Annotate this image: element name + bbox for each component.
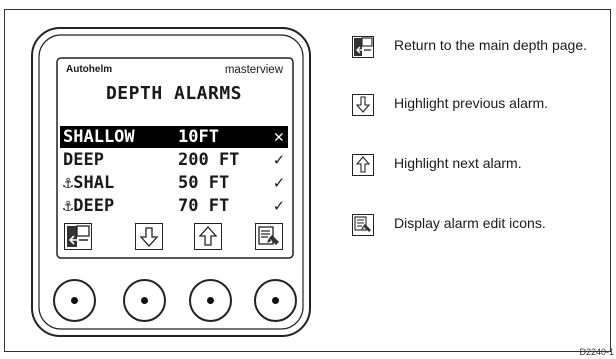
arrow-up-icon xyxy=(355,156,371,173)
alarm-name: DEEP xyxy=(63,150,104,170)
hardware-button-2[interactable] xyxy=(123,279,166,322)
alarm-name: ⚓SHAL xyxy=(63,173,115,193)
legend-up-text: Highlight next alarm. xyxy=(394,155,522,171)
legend-down-icon xyxy=(352,94,374,116)
alarm-value: 200 FT xyxy=(178,150,240,170)
alarm-value: 70 FT xyxy=(178,196,230,216)
lcd-screen: Autohelm masterview DEPTH ALARMS SHALLOW… xyxy=(59,60,289,254)
legend-return-icon xyxy=(352,36,374,58)
arrow-up-icon xyxy=(198,226,218,246)
legend-down-text: Highlight previous alarm. xyxy=(394,95,549,111)
alarm-row-deep[interactable]: DEEP 200 FT ✓ xyxy=(60,149,288,171)
return-page-icon xyxy=(67,225,90,247)
alarm-row-shallow[interactable]: SHALLOW 10FT ✕ xyxy=(60,126,288,148)
arrow-down-icon xyxy=(355,96,371,113)
softkey-return[interactable] xyxy=(64,223,92,250)
edit-pen-icon xyxy=(258,226,279,245)
alarm-off-icon: ✕ xyxy=(273,127,284,147)
softkey-down[interactable] xyxy=(135,223,163,250)
alarm-value: 10FT xyxy=(178,127,219,147)
figure-code: D2240-1 xyxy=(579,347,614,357)
alarm-row-anchor-deep[interactable]: ⚓DEEP 70 FT ✓ xyxy=(60,195,288,217)
legend-edit-icon xyxy=(352,214,374,236)
screen-title: DEPTH ALARMS xyxy=(105,83,243,104)
edit-pen-icon xyxy=(354,216,371,232)
alarm-row-anchor-shallow[interactable]: ⚓SHAL 50 FT ✓ xyxy=(60,172,288,194)
alarm-value: 50 FT xyxy=(178,173,230,193)
alarm-on-icon: ✓ xyxy=(273,196,284,216)
hardware-button-3[interactable] xyxy=(189,279,232,322)
hardware-button-4[interactable] xyxy=(254,279,297,322)
alarm-name: ⚓DEEP xyxy=(63,196,115,216)
alarm-on-icon: ✓ xyxy=(273,150,284,170)
softkey-up[interactable] xyxy=(194,223,222,250)
legend-edit-text: Display alarm edit icons. xyxy=(394,215,546,231)
brand-logo: Autohelm xyxy=(66,64,113,75)
legend-return-text: Return to the main depth page. xyxy=(394,37,588,53)
arrow-down-icon xyxy=(139,227,159,247)
softkey-edit[interactable] xyxy=(255,223,283,250)
alarm-name: SHALLOW xyxy=(63,127,135,147)
return-page-icon xyxy=(354,37,373,56)
hardware-button-1[interactable] xyxy=(53,279,96,322)
alarm-on-icon: ✓ xyxy=(273,173,284,193)
model-name: masterview xyxy=(224,64,283,76)
legend-up-icon xyxy=(352,154,374,176)
